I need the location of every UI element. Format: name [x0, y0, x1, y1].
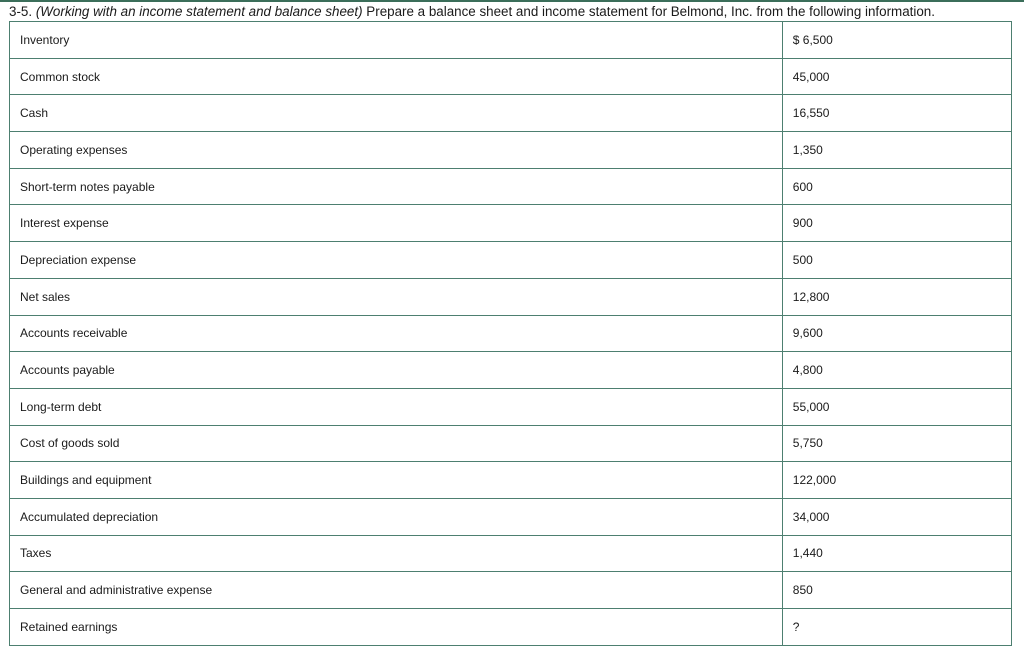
row-label: General and administrative expense [9, 571, 783, 609]
table-row: Net sales 12,800 [9, 277, 1013, 316]
table-row: General and administrative expense 850 [9, 571, 1013, 609]
row-label: Operating expenses [9, 131, 783, 169]
table-row: Short-term notes payable 600 [9, 167, 1013, 206]
row-value: 1,440 [781, 534, 1013, 573]
row-value: 4,800 [781, 351, 1013, 389]
row-value: 16,550 [781, 94, 1013, 133]
row-label: Common stock [9, 57, 783, 96]
table-row: Buildings and equipment 122,000 [9, 461, 1013, 499]
table-row: Interest expense 900 [9, 204, 1013, 243]
row-label: Cost of goods sold [9, 424, 783, 463]
row-value: 122,000 [781, 461, 1013, 499]
financial-info-table: Inventory $ 6,500 Common stock 45,000 Cash 16… [9, 21, 1013, 646]
table-row: Accounts receivable 9,600 [9, 314, 1013, 353]
row-label: Depreciation expense [9, 241, 783, 279]
table-row: Cost of goods sold 5,750 [9, 424, 1013, 463]
row-label: Net sales [9, 277, 783, 316]
table-row: Accumulated depreciation 34,000 [9, 497, 1013, 536]
row-value: 12,800 [781, 277, 1013, 316]
row-label: Taxes [9, 534, 783, 573]
row-value: 45,000 [781, 57, 1013, 96]
table-row: Inventory $ 6,500 [9, 21, 1013, 59]
table-row: Operating expenses 1,350 [9, 131, 1013, 169]
row-value: ? [781, 608, 1013, 646]
row-value: $ 6,500 [781, 21, 1013, 59]
problem-text: Prepare a balance sheet and income state… [366, 4, 935, 19]
row-label: Retained earnings [9, 608, 783, 646]
top-divider [0, 0, 1024, 2]
table-row: Taxes 1,440 [9, 534, 1013, 573]
row-label: Accounts receivable [9, 314, 783, 353]
row-label: Cash [9, 94, 783, 133]
row-value: 600 [781, 167, 1013, 206]
problem-statement: 3-5. (Working with an income statement a… [9, 4, 1019, 20]
row-label: Accounts payable [9, 351, 783, 389]
problem-title: (Working with an income statement and ba… [35, 4, 363, 19]
table-row: Retained earnings? [9, 608, 1013, 646]
row-label: Long-term debt [9, 387, 783, 426]
row-value: 55,000 [781, 387, 1013, 426]
financial-info-table-body: Inventory $ 6,500 Common stock 45,000 Cash 16… [9, 21, 1013, 646]
row-value: 900 [781, 204, 1013, 243]
row-value: 1,350 [781, 131, 1013, 169]
row-value: 500 [781, 241, 1013, 279]
row-label: Short-term notes payable [9, 167, 783, 206]
row-value: 850 [781, 571, 1013, 609]
row-value: 5,750 [781, 424, 1013, 463]
row-value: 9,600 [781, 314, 1013, 353]
table-row: Cash 16,550 [9, 94, 1013, 133]
row-value: 34,000 [781, 497, 1013, 536]
table-row: Common stock 45,000 [9, 57, 1013, 96]
table-row: Depreciation expense 500 [9, 241, 1013, 279]
table-row: Long-term debt 55,000 [9, 387, 1013, 426]
table-row: Accounts payable 4,800 [9, 351, 1013, 389]
row-label: Accumulated depreciation [9, 497, 783, 536]
row-label: Interest expense [9, 204, 783, 243]
row-label: Buildings and equipment [9, 461, 783, 499]
problem-number: 3-5. [9, 4, 33, 19]
row-label: Inventory [9, 21, 783, 59]
